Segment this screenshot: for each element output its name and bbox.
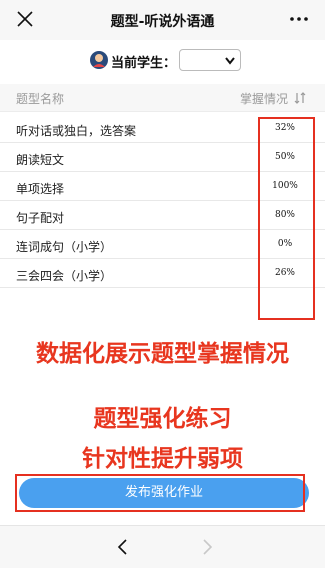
bottom-nav-bar — [0, 525, 325, 568]
table-header: 题型名称 掌握情况 — [0, 84, 325, 112]
page-title: 题型-听说外语通 — [110, 14, 215, 30]
question-type-name: 三会四会（小学） — [16, 269, 113, 283]
highlight-box-mastery — [258, 117, 315, 320]
promo-line-2: 题型强化练习 — [93, 406, 232, 432]
column-header-name: 题型名称 — [16, 92, 65, 106]
column-header-status[interactable]: 掌握情况 — [240, 90, 288, 107]
chevron-down-icon — [225, 57, 235, 65]
question-type-name: 听对话或独白，选答案 — [16, 124, 137, 138]
forward-icon[interactable] — [197, 536, 217, 558]
title-bar: 题型-听说外语通 — [0, 0, 325, 40]
back-icon[interactable] — [113, 536, 133, 558]
student-selector-row: 当前学生： — [0, 46, 325, 74]
student-label: 当前学生： — [111, 56, 177, 71]
question-type-name: 单项选择 — [16, 182, 65, 196]
promo-line-1: 数据化展示题型掌握情况 — [36, 341, 289, 367]
question-type-name: 句子配对 — [16, 211, 65, 225]
more-icon[interactable] — [285, 6, 313, 32]
promo-line-3: 针对性提升弱项 — [82, 446, 243, 472]
avatar-icon — [90, 51, 108, 69]
highlight-box-button — [15, 474, 305, 512]
student-select[interactable] — [179, 49, 241, 71]
question-type-name: 朗读短文 — [16, 153, 65, 167]
sort-icon[interactable] — [294, 92, 306, 104]
question-type-name: 连词成句（小学） — [16, 240, 113, 254]
